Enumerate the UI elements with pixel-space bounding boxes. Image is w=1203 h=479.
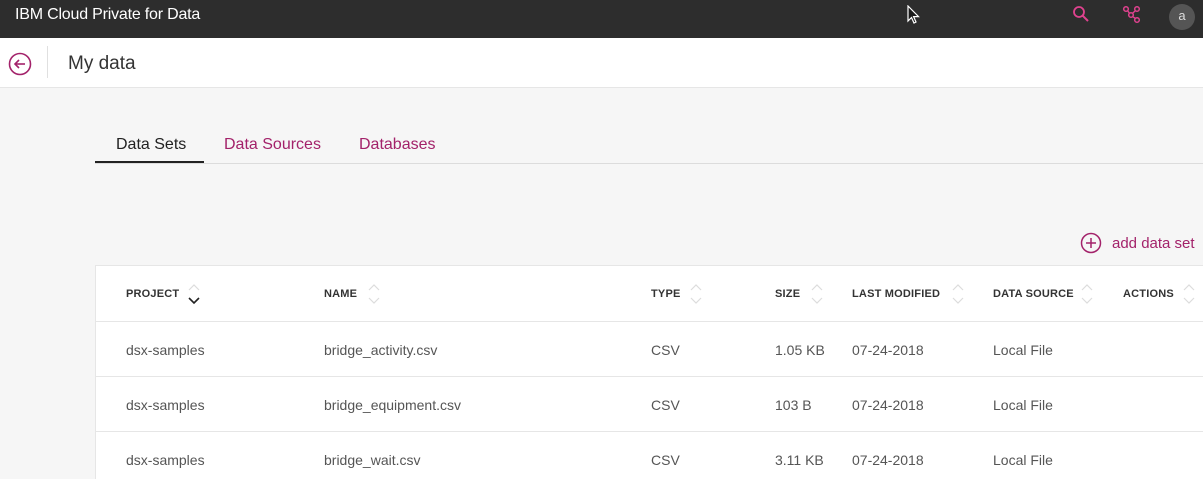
cell-last-modified: 07-24-2018 — [852, 452, 924, 468]
cell-type: CSV — [651, 452, 680, 468]
sort-icon[interactable] — [811, 283, 823, 309]
column-header-name[interactable]: NAME — [324, 288, 357, 300]
sort-icon[interactable] — [952, 283, 964, 309]
column-header-last-modified[interactable]: LAST MODIFIED — [852, 288, 940, 300]
column-header-actions: ACTIONS — [1123, 288, 1174, 300]
cell-name[interactable]: bridge_activity.csv — [324, 342, 437, 358]
cell-data-source: Local File — [993, 342, 1053, 358]
cell-project: dsx-samples — [126, 397, 205, 413]
tab-data-sources[interactable]: Data Sources — [224, 136, 321, 154]
cell-name[interactable]: bridge_equipment.csv — [324, 397, 461, 413]
table-row[interactable]: dsx-samples bridge_activity.csv CSV 1.05… — [96, 322, 1203, 377]
cell-last-modified: 07-24-2018 — [852, 397, 924, 413]
network-icon[interactable] — [1121, 4, 1143, 26]
top-bar: IBM Cloud Private for Data a — [0, 0, 1203, 38]
header-divider — [47, 46, 48, 78]
page-header: My data — [0, 38, 1203, 88]
sort-icon[interactable] — [1183, 283, 1195, 309]
column-header-size[interactable]: SIZE — [775, 288, 800, 300]
mouse-cursor-icon — [907, 5, 920, 24]
cell-size: 3.11 KB — [775, 452, 824, 468]
cell-name[interactable]: bridge_wait.csv — [324, 452, 421, 468]
table-header-row: PROJECT NAME TYPE SIZE LAST MODIFIED DAT… — [96, 266, 1203, 322]
cell-type: CSV — [651, 397, 680, 413]
column-header-data-source[interactable]: DATA SOURCE — [993, 288, 1074, 300]
cell-size: 103 B — [775, 397, 812, 413]
user-avatar[interactable]: a — [1169, 4, 1195, 30]
column-header-type[interactable]: TYPE — [651, 288, 681, 300]
add-data-set-label: add data set — [1112, 235, 1195, 252]
sort-icon[interactable] — [1081, 283, 1093, 309]
tab-data-sets[interactable]: Data Sets — [116, 136, 186, 154]
tab-bar: Data Sets Data Sources Databases — [95, 130, 1203, 164]
page-title: My data — [68, 53, 136, 74]
cell-project: dsx-samples — [126, 342, 205, 358]
sort-icon[interactable] — [368, 283, 380, 309]
tab-databases[interactable]: Databases — [359, 136, 436, 154]
table-row[interactable]: dsx-samples bridge_equipment.csv CSV 103… — [96, 377, 1203, 432]
cell-project: dsx-samples — [126, 452, 205, 468]
search-icon[interactable] — [1070, 4, 1092, 26]
table-row[interactable]: dsx-samples bridge_wait.csv CSV 3.11 KB … — [96, 432, 1203, 479]
sort-icon[interactable] — [690, 283, 702, 309]
add-circle-icon — [1080, 232, 1102, 254]
cell-last-modified: 07-24-2018 — [852, 342, 924, 358]
column-header-project[interactable]: PROJECT — [126, 288, 179, 300]
cell-data-source: Local File — [993, 397, 1053, 413]
data-sets-table: PROJECT NAME TYPE SIZE LAST MODIFIED DAT… — [95, 265, 1203, 479]
cell-type: CSV — [651, 342, 680, 358]
back-arrow-icon[interactable] — [8, 52, 32, 76]
sort-descending-icon[interactable] — [188, 283, 200, 309]
app-title[interactable]: IBM Cloud Private for Data — [15, 6, 200, 24]
active-tab-indicator — [95, 161, 204, 163]
cell-size: 1.05 KB — [775, 342, 825, 358]
cell-data-source: Local File — [993, 452, 1053, 468]
